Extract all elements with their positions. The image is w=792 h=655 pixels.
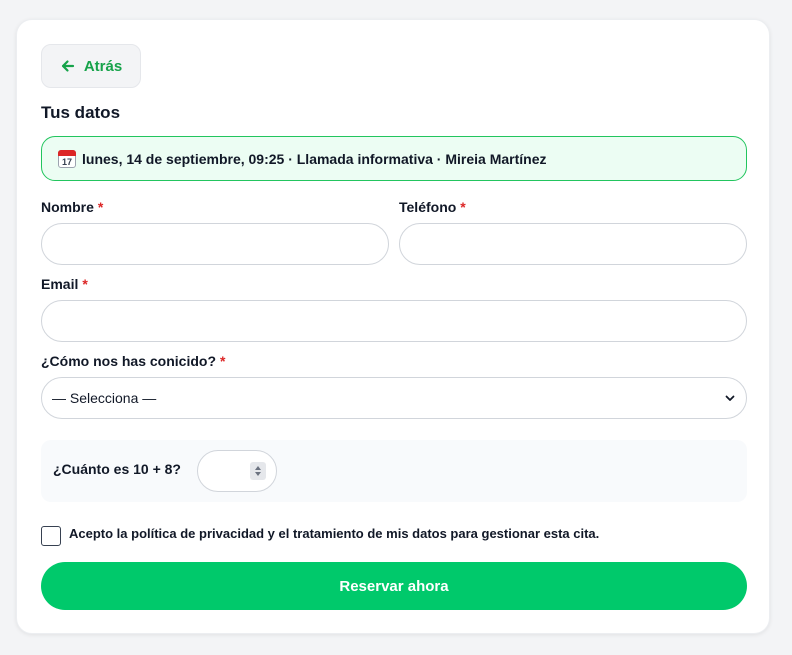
- appointment-summary: 17 lunes, 14 de septiembre, 09:25 · Llam…: [41, 136, 747, 181]
- number-spinner-icon[interactable]: [250, 462, 266, 480]
- required-marker: *: [97, 199, 104, 215]
- email-input[interactable]: [41, 300, 747, 342]
- section-title: Tus datos: [41, 103, 121, 122]
- source-label: ¿Cómo nos has conicido? *: [41, 353, 226, 369]
- back-button-label: Atrás: [83, 57, 123, 75]
- captcha-input[interactable]: [197, 450, 277, 492]
- arrow-left-icon: [61, 60, 74, 72]
- privacy-consent: Acepto la política de privacidad y el tr…: [41, 525, 599, 546]
- privacy-checkbox[interactable]: [41, 526, 61, 546]
- submit-button[interactable]: Reservar ahora: [41, 562, 747, 610]
- submit-button-label: Reservar ahora: [339, 577, 449, 595]
- required-marker: *: [460, 199, 466, 215]
- phone-label: Teléfono *: [399, 199, 466, 215]
- source-select-value: — Selecciona —: [52, 390, 157, 406]
- privacy-consent-text: Acepto la política de privacidad y el tr…: [69, 526, 600, 541]
- calendar-icon: 17: [58, 149, 76, 168]
- captcha-question: ¿Cuánto es 10 + 8?: [53, 461, 181, 477]
- captcha-box: ¿Cuánto es 10 + 8?: [41, 440, 747, 502]
- phone-input[interactable]: [399, 223, 747, 265]
- email-label: Email *: [41, 276, 88, 292]
- booking-form-card: Atrás Tus datos 17 lunes, 14 de septiemb…: [16, 19, 770, 634]
- required-marker: *: [82, 276, 88, 292]
- required-marker: *: [220, 353, 226, 369]
- chevron-down-icon: [725, 395, 735, 401]
- appointment-summary-text: lunes, 14 de septiembre, 09:25 · Llamada…: [82, 150, 547, 167]
- name-label: Nombre *: [41, 199, 104, 215]
- source-select[interactable]: — Selecciona —: [41, 377, 747, 419]
- name-input[interactable]: [41, 223, 389, 265]
- back-button[interactable]: Atrás: [41, 44, 141, 88]
